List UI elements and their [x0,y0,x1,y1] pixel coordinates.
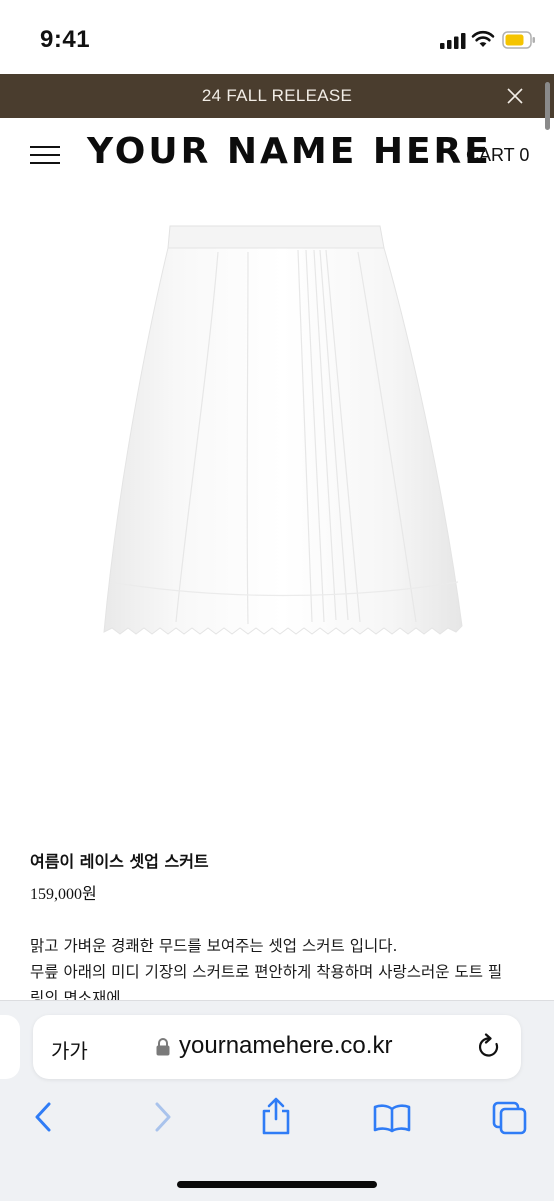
battery-icon [502,31,535,49]
back-icon[interactable] [32,1101,54,1133]
browser-toolbar: 가가 yournamehere.co.kr [0,1000,554,1201]
bookmarks-icon[interactable] [373,1103,411,1133]
text-size-button[interactable]: 가가 [51,1035,88,1064]
lock-icon [156,1038,170,1056]
product-image[interactable] [98,222,468,656]
cellular-signal-icon [440,33,466,49]
product-price: 159,000원 [30,886,97,903]
description-line: 맑고 가벼운 경쾌한 무드를 보여주는 셋업 스커트 입니다. [30,937,398,955]
wifi-icon [471,30,495,47]
announcement-text: 24 FALL RELEASE [201,86,353,105]
close-icon[interactable] [506,87,524,105]
address-bar[interactable]: 가가 yournamehere.co.kr [33,1015,521,1079]
hamburger-menu-icon[interactable] [30,146,60,166]
forward-icon[interactable] [152,1101,174,1133]
announcement-bar: 24 FALL RELEASE [0,74,554,118]
status-bar: 9:41 [0,0,554,74]
product-name: 여름이 레이스 셋업 스커트 [30,852,209,871]
previous-tab-peek[interactable] [0,1015,20,1079]
share-icon[interactable] [260,1097,292,1135]
description-line: 무릎 아래의 미디 기장의 스커트로 편안하게 착용하며 사랑스러운 도트 필 [30,963,503,981]
url-text[interactable]: yournamehere.co.kr [179,1032,392,1060]
site-logo[interactable]: YOUR NAME HERE [87,131,492,172]
tabs-icon[interactable] [492,1101,528,1135]
home-indicator[interactable] [177,1181,377,1188]
status-time: 9:41 [40,26,91,53]
cart-link[interactable]: CART 0 [466,145,529,166]
reload-icon[interactable] [476,1033,502,1061]
scrollbar[interactable] [545,82,550,130]
